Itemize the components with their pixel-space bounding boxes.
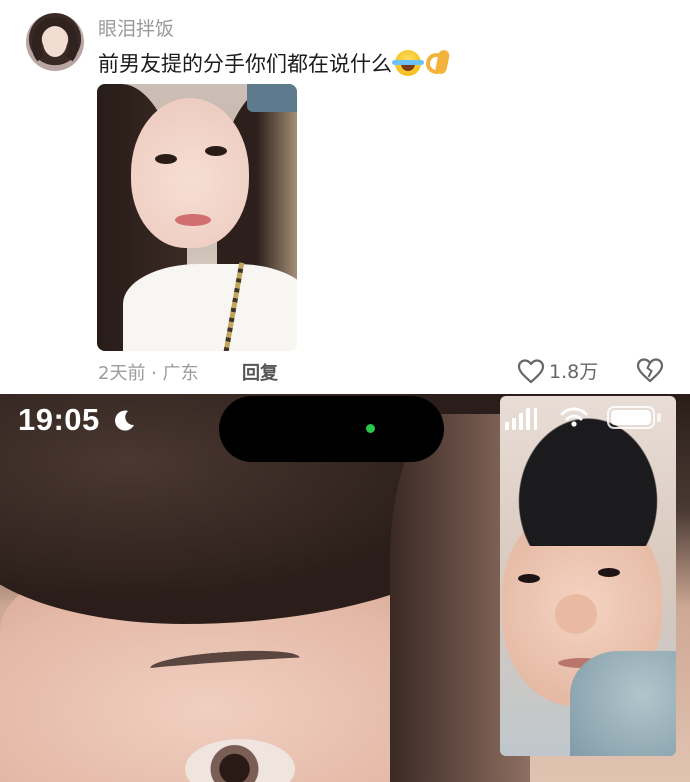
pip-nose [555, 594, 597, 634]
pip-eye-right [598, 568, 620, 577]
photo-shirt [123, 264, 297, 351]
wifi-icon [560, 407, 588, 427]
battery-icon [607, 406, 655, 429]
signal-strength-icon [505, 406, 537, 430]
self-view-pip[interactable] [500, 396, 676, 756]
like-count: 1.8万 [549, 361, 599, 383]
battery-fill [611, 410, 651, 425]
photo-corner-detail [247, 84, 297, 112]
dynamic-island [219, 396, 444, 462]
pip-eye-left [518, 574, 540, 583]
comment-photo[interactable] [97, 84, 297, 351]
photo-eye-left [155, 154, 177, 164]
comment-card: 眼泪拌饭 前男友提的分手你们都在说什么 2天前 · 广东 回复 1.8万 [0, 0, 690, 394]
rolling-laughing-emoji [392, 50, 424, 76]
heart-outline-icon [517, 358, 545, 383]
avatar-face [43, 27, 67, 57]
camera-indicator-dot [366, 424, 375, 433]
avatar[interactable] [26, 13, 84, 71]
comment-meta: 2天前 · 广东 [98, 363, 199, 384]
pip-blanket [570, 651, 676, 756]
username[interactable]: 眼泪拌饭 [98, 14, 174, 41]
battery-tip [657, 413, 661, 422]
photo-eye-right [205, 146, 227, 156]
status-time: 19:05 [18, 402, 100, 437]
video-call-screenshot[interactable]: 19:05 [0, 394, 690, 782]
reply-button[interactable]: 回复 [242, 359, 278, 385]
moon-icon [115, 410, 134, 431]
ok-hand-emoji [424, 50, 450, 76]
broken-heart-icon[interactable] [636, 357, 664, 383]
comment-text: 前男友提的分手你们都在说什么 [98, 52, 392, 76]
comment-text-row: 前男友提的分手你们都在说什么 [98, 48, 450, 78]
photo-lips [175, 214, 211, 226]
like-button[interactable]: 1.8万 [517, 357, 598, 384]
